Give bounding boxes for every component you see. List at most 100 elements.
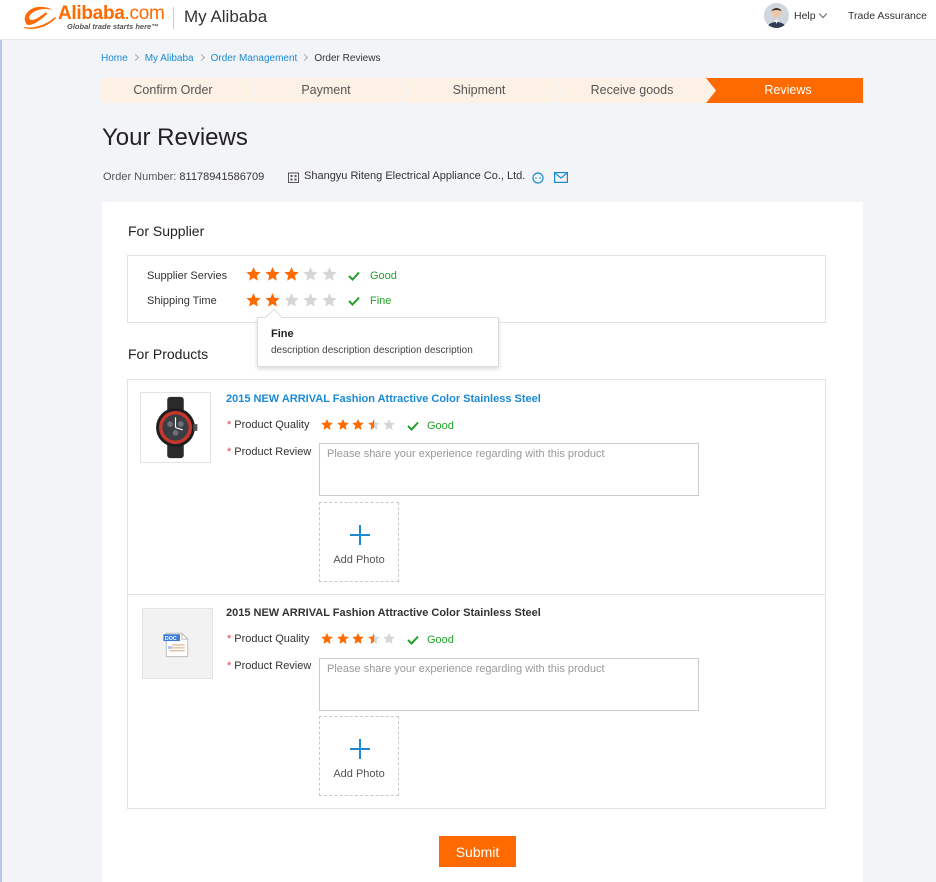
step-receive-goods: Receive goods	[590, 83, 674, 97]
star-icon[interactable]	[382, 418, 396, 431]
required-marker: *	[227, 660, 232, 672]
star-icon[interactable]	[283, 266, 300, 282]
product-review-input[interactable]	[319, 443, 699, 496]
star-icon[interactable]	[264, 266, 281, 282]
product-review-label-text: Product Review	[234, 446, 312, 458]
star-icon[interactable]	[320, 418, 334, 431]
svg-text:W: W	[168, 645, 173, 651]
breadcrumb-current: Order Reviews	[314, 53, 381, 64]
product-review-label-text: Product Review	[234, 660, 312, 672]
alibaba-logo[interactable]: Alibaba.com Global trade starts here™	[20, 3, 166, 33]
star-icon[interactable]	[336, 632, 350, 645]
product-quality-label-text: Product Quality	[234, 633, 310, 645]
plus-icon	[350, 739, 370, 759]
breadcrumb-my-alibaba[interactable]: My Alibaba	[145, 53, 194, 64]
submit-button[interactable]: Submit	[439, 836, 516, 867]
required-marker: *	[227, 446, 232, 458]
star-icon[interactable]	[367, 418, 381, 431]
product-quality-label: * Product Quality	[227, 633, 309, 645]
app-name[interactable]: My Alibaba	[184, 7, 267, 27]
star-icon[interactable]	[321, 266, 338, 282]
product-review-label: * Product Review	[227, 660, 311, 672]
star-icon[interactable]	[283, 292, 300, 308]
star-icon[interactable]	[302, 292, 319, 308]
trade-assurance-link[interactable]: Trade Assurance	[848, 10, 927, 22]
product-quality-label-text: Product Quality	[234, 419, 310, 431]
window-left-edge	[0, 0, 2, 882]
order-number-value: 81178941586709	[179, 171, 265, 183]
building-icon	[288, 172, 299, 183]
help-label: Help	[794, 10, 816, 22]
chevron-right-icon	[301, 53, 309, 62]
star-icon[interactable]	[245, 292, 262, 308]
supplier-company-name[interactable]: Shangyu Riteng Electrical Appliance Co.,…	[304, 170, 525, 182]
chevron-down-icon	[818, 9, 827, 19]
star-icon[interactable]	[321, 292, 338, 308]
breadcrumb: Home My Alibaba Order Management Order Revi…	[101, 53, 380, 64]
product-quality-rating-word: Good	[427, 634, 454, 646]
help-menu[interactable]: Help	[794, 9, 827, 22]
supplier-section-title: For Supplier	[128, 223, 205, 239]
watch-image	[156, 396, 198, 459]
user-avatar-icon	[764, 3, 789, 28]
star-icon[interactable]	[351, 632, 365, 645]
step-confirm-order: Confirm Order	[133, 83, 213, 97]
supplier-service-label: Supplier Servies	[147, 270, 228, 282]
order-number-label: Order Number:	[103, 171, 177, 183]
star-icon[interactable]	[382, 632, 396, 645]
svg-text:DOC: DOC	[165, 636, 177, 642]
product-quality-stars[interactable]	[320, 418, 398, 434]
star-icon[interactable]	[264, 292, 281, 308]
supplier-ratings-box	[127, 255, 826, 323]
product-review-input[interactable]	[319, 658, 699, 711]
supplier-service-stars[interactable]	[245, 266, 340, 282]
step-shipment: Shipment	[452, 83, 506, 97]
step-payment: Payment	[301, 83, 351, 97]
chevron-right-icon	[131, 53, 139, 62]
top-bar: Alibaba.com Global trade starts here™ My…	[0, 0, 936, 40]
check-icon	[407, 421, 419, 431]
tooltip-description: description description description desc…	[271, 345, 473, 356]
doc-file-icon: DOC W	[163, 632, 189, 658]
product-quality-rating-word: Good	[427, 420, 454, 432]
plus-icon	[350, 525, 370, 545]
add-photo-button[interactable]: Add Photo	[319, 502, 399, 582]
chevron-right-icon	[197, 53, 205, 62]
products-section-title: For Products	[128, 346, 209, 362]
mail-icon[interactable]	[554, 172, 568, 183]
user-avatar[interactable]	[764, 3, 789, 28]
star-icon[interactable]	[302, 266, 319, 282]
star-icon[interactable]	[351, 418, 365, 431]
page-title: Your Reviews	[102, 124, 248, 151]
check-icon	[348, 271, 360, 281]
breadcrumb-order-management[interactable]: Order Management	[211, 53, 298, 64]
star-icon[interactable]	[336, 418, 350, 431]
shipping-time-label: Shipping Time	[147, 295, 217, 307]
product-quality-label: * Product Quality	[227, 419, 309, 431]
product-quality-stars[interactable]	[320, 632, 398, 648]
star-icon[interactable]	[245, 266, 262, 282]
product-divider	[128, 594, 825, 595]
shipping-time-rating-word: Fine	[370, 295, 392, 307]
product-title[interactable]: 2015 NEW ARRIVAL Fashion Attractive Colo…	[226, 607, 541, 619]
check-icon	[407, 635, 419, 645]
order-progress-steps: Confirm Order Payment Shipment Receive g…	[101, 78, 863, 103]
add-photo-button[interactable]: Add Photo	[319, 716, 399, 796]
product-thumbnail-watch[interactable]	[140, 392, 211, 463]
brand-tagline: Global trade starts here™	[67, 22, 159, 31]
order-number: Order Number: 81178941586709	[103, 171, 264, 183]
shipping-time-stars[interactable]	[245, 292, 340, 308]
rating-tooltip: Fine description description description…	[257, 317, 499, 367]
chat-icon[interactable]	[532, 172, 544, 184]
add-photo-label: Add Photo	[333, 554, 385, 566]
step-reviews: Reviews	[764, 83, 812, 97]
star-icon[interactable]	[367, 632, 381, 645]
alibaba-logo-mark-icon	[24, 6, 56, 29]
star-icon[interactable]	[320, 632, 334, 645]
required-marker: *	[227, 419, 232, 431]
product-title-link[interactable]: 2015 NEW ARRIVAL Fashion Attractive Colo…	[226, 393, 541, 405]
product-review-label: * Product Review	[227, 446, 311, 458]
breadcrumb-home[interactable]: Home	[101, 53, 128, 64]
product-thumbnail-placeholder[interactable]: DOC W	[142, 608, 213, 679]
add-photo-label: Add Photo	[333, 768, 385, 780]
